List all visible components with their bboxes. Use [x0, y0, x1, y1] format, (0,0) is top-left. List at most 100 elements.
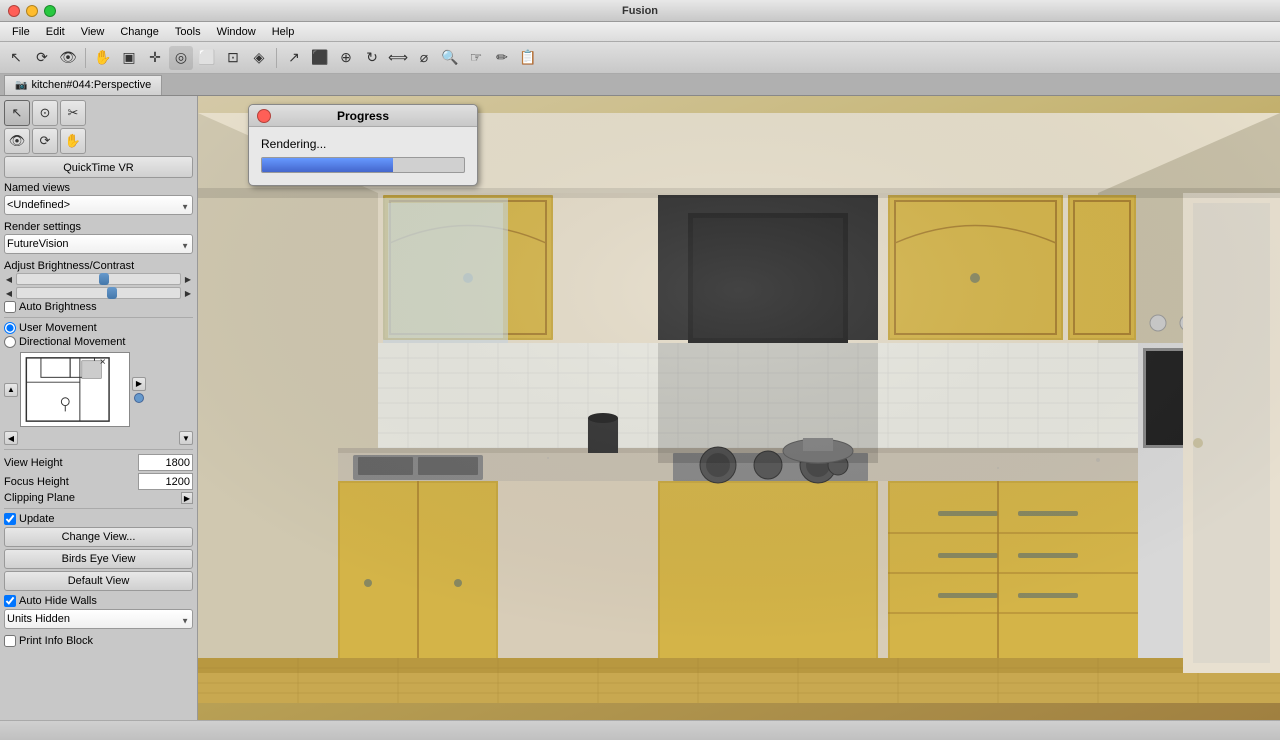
print-info-label: Print Info Block: [19, 635, 93, 647]
frame-tool-icon[interactable]: ▣: [117, 46, 141, 70]
view-tab-label: kitchen#044:Perspective: [31, 79, 151, 91]
contrast-right-arrow[interactable]: ▶: [183, 289, 193, 298]
render-settings-select[interactable]: FutureVision: [4, 234, 193, 254]
contrast-track[interactable]: [16, 287, 181, 299]
scale-icon[interactable]: ⟺: [386, 46, 410, 70]
default-view-button[interactable]: Default View: [4, 571, 193, 591]
progress-title-text: Progress: [337, 109, 389, 123]
auto-hide-walls-label: Auto Hide Walls: [19, 595, 97, 607]
contrast-left-arrow[interactable]: ◀: [4, 289, 14, 298]
menu-edit[interactable]: Edit: [38, 22, 73, 42]
fp-up-btn[interactable]: ▲: [4, 383, 18, 397]
fp-center-dot[interactable]: [134, 393, 144, 403]
menu-tools[interactable]: Tools: [167, 22, 209, 42]
fp-side-controls: ▶: [132, 377, 146, 403]
walk-tool-icon[interactable]: 👁: [56, 46, 80, 70]
hand-tool-btn[interactable]: ✋: [60, 128, 86, 154]
fp-left-btn[interactable]: ◀: [4, 431, 18, 445]
app-title: Fusion: [622, 5, 658, 17]
box-shaded-icon[interactable]: ⬜: [195, 46, 219, 70]
progress-close-button[interactable]: [257, 109, 271, 123]
progress-dialog: Progress Rendering...: [248, 104, 478, 186]
brightness-right-arrow[interactable]: ▶: [183, 275, 193, 284]
clipping-plane-label: Clipping Plane: [4, 492, 75, 504]
auto-brightness-row: Auto Brightness: [4, 301, 193, 313]
menu-change[interactable]: Change: [112, 22, 167, 42]
sep-1: [4, 317, 193, 318]
minimize-button[interactable]: [26, 5, 38, 17]
view-tab-bar: 📷 kitchen#044:Perspective: [0, 74, 1280, 96]
book-icon[interactable]: 📋: [516, 46, 540, 70]
brightness-left-arrow[interactable]: ◀: [4, 275, 14, 284]
directional-movement-radio[interactable]: [4, 336, 16, 348]
window-controls: [8, 5, 56, 17]
user-movement-radio[interactable]: [4, 322, 16, 334]
auto-brightness-checkbox[interactable]: [4, 301, 16, 313]
clipping-arrow-btn[interactable]: ▶: [181, 492, 193, 504]
menu-window[interactable]: Window: [209, 22, 264, 42]
fp-down-btn[interactable]: ▼: [179, 431, 193, 445]
progress-dialog-body: Rendering...: [249, 127, 477, 185]
left-panel: ↖ ⊙ ✂ 👁 ⟳ ✋ QuickTime VR Named views <Un…: [0, 96, 198, 720]
view-height-row: View Height 1800: [4, 454, 193, 471]
auto-brightness-label: Auto Brightness: [19, 301, 97, 313]
birds-eye-button[interactable]: Birds Eye View: [4, 549, 193, 569]
select-tool-btn[interactable]: ↖: [4, 100, 30, 126]
toolbar-sep-1: [85, 48, 86, 68]
floorplan-canvas[interactable]: ✕: [20, 352, 130, 427]
crosshair-tool-icon[interactable]: ✛: [143, 46, 167, 70]
brightness-track[interactable]: [16, 273, 181, 285]
maximize-button[interactable]: [44, 5, 56, 17]
focus-height-input[interactable]: 1200: [138, 473, 193, 490]
print-info-checkbox[interactable]: [4, 635, 16, 647]
user-movement-label: User Movement: [19, 322, 97, 334]
qtvr-button[interactable]: QuickTime VR: [4, 156, 193, 178]
ring-tool-btn[interactable]: ⊙: [32, 100, 58, 126]
cursor-tool-icon[interactable]: ↖: [4, 46, 28, 70]
named-views-label: Named views: [4, 182, 193, 194]
clipping-plane-row: Clipping Plane ▶: [4, 492, 193, 504]
zoom-icon[interactable]: 🔍: [438, 46, 462, 70]
orbit-tool-icon[interactable]: ⟳: [30, 46, 54, 70]
fp-right-btn[interactable]: ▶: [132, 377, 146, 391]
tool-row-1: ↖ ⊙ ✂: [4, 100, 193, 126]
rotate-icon[interactable]: ↻: [360, 46, 384, 70]
cube-icon[interactable]: ⬛: [308, 46, 332, 70]
update-checkbox[interactable]: [4, 513, 16, 525]
view-tab-perspective[interactable]: 📷 kitchen#044:Perspective: [4, 75, 162, 95]
brightness-slider-row: ◀ ▶: [4, 273, 193, 285]
contrast-thumb[interactable]: [107, 287, 117, 299]
viewport[interactable]: Progress Rendering...: [198, 96, 1280, 720]
box-wire-icon[interactable]: ⊡: [221, 46, 245, 70]
eye-tool-btn[interactable]: 👁: [4, 128, 30, 154]
units-hidden-select[interactable]: Units Hidden: [4, 609, 193, 629]
pan-tool-icon[interactable]: ✋: [91, 46, 115, 70]
menu-file[interactable]: File: [4, 22, 38, 42]
menu-view[interactable]: View: [73, 22, 113, 42]
named-views-wrapper: <Undefined>: [4, 195, 193, 218]
units-hidden-wrapper: Units Hidden: [4, 609, 193, 632]
brightness-thumb[interactable]: [99, 273, 109, 285]
move-icon[interactable]: ⊕: [334, 46, 358, 70]
lasso-icon[interactable]: ⌀: [412, 46, 436, 70]
orbit2-tool-btn[interactable]: ⟳: [32, 128, 58, 154]
target-tool-icon[interactable]: ◎: [169, 46, 193, 70]
view-height-label: View Height: [4, 457, 63, 469]
pencil-icon[interactable]: ✏: [490, 46, 514, 70]
print-info-row: Print Info Block: [4, 635, 193, 647]
menu-help[interactable]: Help: [264, 22, 303, 42]
named-views-select[interactable]: <Undefined>: [4, 195, 193, 215]
scissors-tool-btn[interactable]: ✂: [60, 100, 86, 126]
change-view-button[interactable]: Change View...: [4, 527, 193, 547]
box-iso-icon[interactable]: ◈: [247, 46, 271, 70]
main-layout: ↖ ⊙ ✂ 👁 ⟳ ✋ QuickTime VR Named views <Un…: [0, 96, 1280, 720]
cursor2-icon[interactable]: ↗: [282, 46, 306, 70]
status-bar: [0, 720, 1280, 740]
auto-hide-walls-checkbox[interactable]: [4, 595, 16, 607]
view-height-input[interactable]: 1800: [138, 454, 193, 471]
progress-text: Rendering...: [261, 137, 465, 151]
focus-height-row: Focus Height 1200: [4, 473, 193, 490]
progress-dialog-title: Progress: [249, 105, 477, 127]
hand-icon[interactable]: ☞: [464, 46, 488, 70]
close-button[interactable]: [8, 5, 20, 17]
